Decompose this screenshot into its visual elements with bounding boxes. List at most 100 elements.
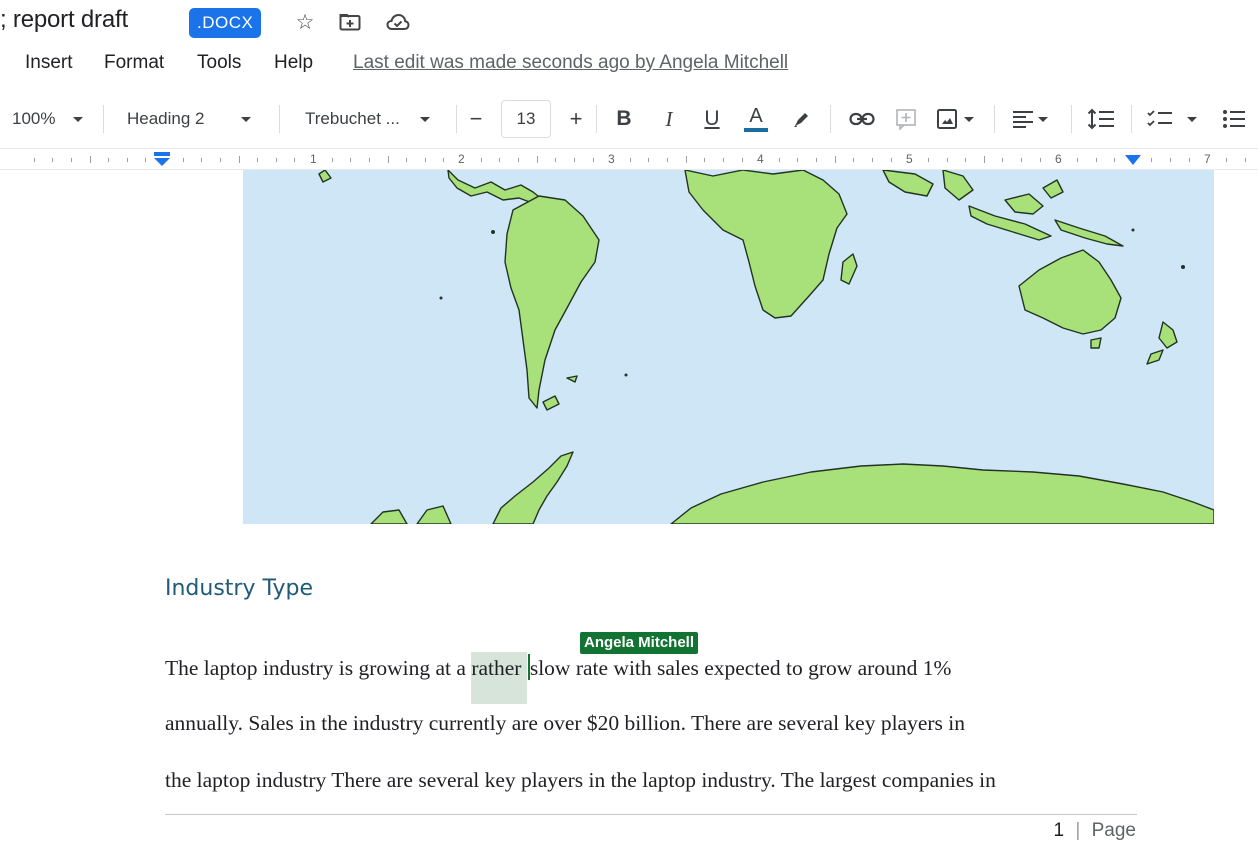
ruler-tick bbox=[1002, 158, 1004, 162]
toolbar: 100% Heading 2 Trebuchet ... − 13 + B I … bbox=[0, 96, 1258, 142]
zoom-value: 100% bbox=[12, 109, 56, 128]
toolbar-divider bbox=[1131, 105, 1132, 133]
ruler-tick bbox=[126, 158, 128, 162]
ruler-tick bbox=[33, 158, 35, 162]
ruler-number: 5 bbox=[906, 152, 913, 166]
ruler-tick bbox=[853, 158, 855, 162]
text-color-button[interactable]: A bbox=[740, 96, 772, 142]
menu-tools[interactable]: Tools bbox=[197, 52, 241, 74]
ruler-tick bbox=[722, 158, 724, 162]
paragraph-line[interactable]: the laptop industry There are several ke… bbox=[165, 768, 996, 793]
ruler-number: 4 bbox=[757, 152, 764, 166]
font-value: Trebuchet ... bbox=[305, 109, 400, 128]
cloud-saved-icon[interactable] bbox=[385, 9, 411, 35]
menu-help[interactable]: Help bbox=[274, 52, 313, 74]
link-icon[interactable] bbox=[846, 96, 878, 142]
ruler-tick bbox=[573, 158, 575, 162]
paragraph-line[interactable]: annually. Sales in the industry currentl… bbox=[165, 711, 965, 736]
bulleted-list-icon[interactable] bbox=[1218, 96, 1250, 142]
move-to-folder-icon[interactable] bbox=[337, 9, 363, 35]
text-color-swatch bbox=[744, 128, 768, 132]
checklist-icon bbox=[1147, 110, 1172, 127]
ruler-tick bbox=[778, 158, 780, 162]
ruler-tick bbox=[275, 158, 277, 162]
ruler-tick bbox=[1076, 158, 1078, 162]
ruler-tick bbox=[238, 156, 240, 163]
ruler-tick bbox=[499, 158, 501, 162]
ruler-tick bbox=[983, 156, 985, 163]
increase-font-size-button[interactable]: + bbox=[560, 96, 592, 142]
document-title[interactable]: ; report draft bbox=[0, 6, 128, 34]
ruler-tick bbox=[387, 156, 389, 163]
checklist-select[interactable] bbox=[1147, 96, 1197, 142]
bold-button[interactable]: B bbox=[608, 96, 640, 142]
decrease-font-size-button[interactable]: − bbox=[460, 96, 492, 142]
ruler-tick bbox=[257, 158, 259, 162]
chevron-down-icon bbox=[240, 116, 251, 122]
ruler-number: 7 bbox=[1204, 152, 1211, 166]
toolbar-divider bbox=[994, 105, 995, 133]
line-spacing-icon[interactable] bbox=[1085, 96, 1117, 142]
chevron-down-icon bbox=[964, 116, 974, 122]
ruler-tick bbox=[536, 156, 538, 163]
menu-format[interactable]: Format bbox=[104, 52, 164, 74]
zoom-select[interactable]: 100% bbox=[12, 96, 84, 142]
toolbar-divider bbox=[830, 105, 831, 133]
ruler-tick bbox=[406, 158, 408, 162]
ruler-tick bbox=[1170, 158, 1172, 162]
ruler-tick bbox=[294, 158, 296, 162]
ruler-tick bbox=[871, 158, 873, 162]
paragraph-style-value: Heading 2 bbox=[127, 109, 205, 128]
left-indent-marker-icon[interactable] bbox=[152, 150, 172, 168]
ruler-tick bbox=[70, 158, 72, 162]
ruler-number: 2 bbox=[458, 152, 465, 166]
font-size-input[interactable]: 13 bbox=[501, 100, 551, 138]
ruler-tick bbox=[350, 158, 352, 162]
ruler-tick bbox=[1244, 158, 1246, 162]
ruler-tick bbox=[927, 158, 929, 162]
ruler-tick bbox=[555, 158, 557, 162]
section-heading[interactable]: Industry Type bbox=[165, 576, 313, 601]
paragraph-line[interactable]: The laptop industry is growing at a rath… bbox=[165, 652, 951, 704]
ruler-tick bbox=[890, 158, 892, 162]
star-icon[interactable]: ☆ bbox=[292, 9, 318, 35]
ruler-tick bbox=[1095, 158, 1097, 162]
docx-badge[interactable]: .DOCX bbox=[189, 8, 262, 38]
insert-image-button[interactable] bbox=[936, 96, 974, 142]
ruler-tick bbox=[965, 158, 967, 162]
paragraph-style-select[interactable]: Heading 2 bbox=[127, 96, 251, 142]
toolbar-divider bbox=[596, 105, 597, 133]
ruler-tick bbox=[1225, 158, 1227, 162]
page-label: Page bbox=[1091, 820, 1136, 841]
ruler-tick bbox=[1114, 158, 1116, 162]
toolbar-divider bbox=[456, 105, 457, 133]
collaborator-selection: rather bbox=[471, 652, 527, 704]
page-separator: | bbox=[1075, 820, 1081, 841]
ruler-tick bbox=[741, 158, 743, 162]
font-select[interactable]: Trebuchet ... bbox=[305, 96, 430, 142]
menu-insert[interactable]: Insert bbox=[25, 52, 73, 74]
ruler-tick bbox=[480, 158, 482, 162]
align-select[interactable] bbox=[1012, 96, 1048, 142]
ruler-number: 3 bbox=[608, 152, 615, 166]
ruler[interactable]: 1 2 3 4 5 6 7 bbox=[0, 148, 1258, 170]
ruler-tick bbox=[424, 158, 426, 162]
underline-button[interactable]: U bbox=[696, 96, 728, 142]
image-icon bbox=[937, 109, 957, 129]
ruler-tick bbox=[518, 158, 519, 162]
ruler-tick bbox=[331, 158, 333, 162]
ruler-tick bbox=[219, 158, 221, 162]
toolbar-divider bbox=[103, 105, 104, 133]
italic-button[interactable]: I bbox=[653, 96, 685, 142]
page-number: 1 bbox=[1053, 820, 1065, 841]
add-comment-icon[interactable] bbox=[890, 96, 922, 142]
right-indent-marker-icon[interactable] bbox=[1124, 153, 1142, 167]
ruler-tick bbox=[946, 158, 948, 162]
chevron-down-icon bbox=[419, 116, 430, 122]
world-map-image[interactable] bbox=[243, 170, 1214, 524]
ruler-number: 1 bbox=[310, 152, 317, 166]
highlight-pen-icon[interactable] bbox=[786, 96, 818, 142]
last-edit-link[interactable]: Last edit was made seconds ago by Angela… bbox=[353, 52, 788, 74]
toolbar-divider bbox=[279, 105, 280, 133]
page-footer-divider bbox=[165, 814, 1137, 815]
